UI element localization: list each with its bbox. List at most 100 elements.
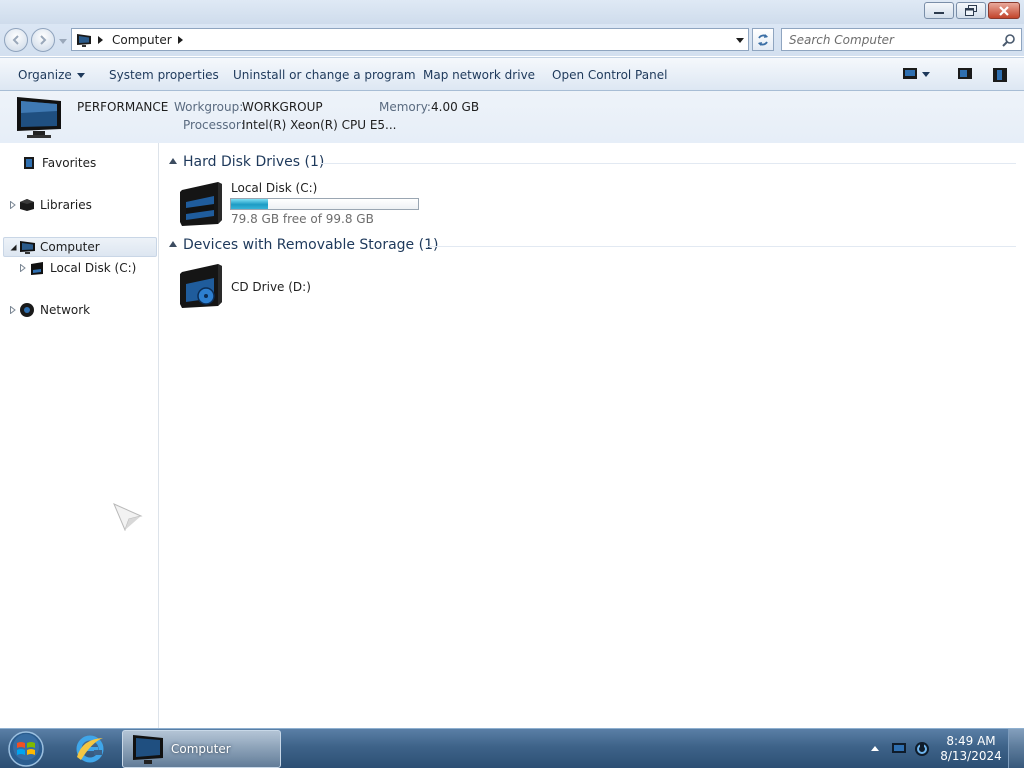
back-arrow-icon — [12, 35, 19, 45]
search-icon[interactable] — [1002, 33, 1016, 47]
address-history-button[interactable] — [735, 35, 745, 45]
computer-name: PERFORMANCE — [77, 100, 169, 114]
hard-disk-icon — [28, 260, 46, 276]
back-button[interactable] — [4, 28, 28, 52]
libraries-icon — [18, 197, 36, 213]
computer-icon — [133, 735, 163, 764]
expand-arrow-icon[interactable] — [8, 306, 18, 314]
system-clock[interactable]: 8:49 AM 8/13/2024 — [940, 734, 1002, 764]
preview-pane-button[interactable] — [957, 67, 973, 81]
breadcrumb-arrow-icon[interactable] — [98, 35, 106, 44]
title-bar — [0, 0, 1024, 24]
chevron-down-icon — [736, 37, 744, 43]
command-bar: Organize System properties Uninstall or … — [0, 57, 1024, 91]
nav-item-libraries[interactable]: Libraries — [8, 195, 92, 215]
view-icon — [903, 68, 917, 79]
disk-usage-fill — [231, 199, 269, 209]
nav-item-label: Network — [40, 303, 91, 317]
drive-name-cd-drive[interactable]: CD Drive (D:) — [231, 280, 311, 294]
nav-item-favorites[interactable]: Favorites — [10, 153, 96, 173]
forward-button[interactable] — [31, 28, 55, 52]
network-icon — [18, 302, 36, 318]
taskbar-button-computer[interactable]: Computer — [122, 730, 281, 768]
refresh-icon — [758, 33, 768, 46]
close-icon — [999, 5, 1009, 16]
hard-disk-icon[interactable] — [178, 180, 226, 228]
help-icon — [993, 68, 1007, 82]
nav-item-computer[interactable]: Computer — [8, 237, 100, 257]
details-pane: PERFORMANCE Workgroup: WORKGROUP Memory:… — [0, 91, 1024, 143]
group-divider — [320, 163, 1016, 164]
collapse-arrow-icon — [169, 158, 177, 164]
expand-arrow-icon[interactable] — [18, 264, 28, 272]
chevron-down-icon — [76, 73, 85, 78]
breadcrumb-computer[interactable]: Computer — [112, 33, 172, 47]
expand-arrow-icon[interactable] — [8, 201, 18, 209]
internet-explorer-button[interactable] — [70, 731, 110, 767]
internet-explorer-icon — [76, 735, 104, 763]
uninstall-program-button[interactable]: Uninstall or change a program — [233, 68, 416, 82]
drive-free-space: 79.8 GB free of 99.8 GB — [231, 212, 374, 226]
processor-value: Intel(R) Xeon(R) CPU E5... — [242, 118, 397, 132]
search-input[interactable] — [789, 32, 999, 47]
forward-arrow-icon — [40, 35, 47, 45]
open-control-panel-button[interactable]: Open Control Panel — [552, 68, 667, 82]
address-bar[interactable]: Computer — [71, 28, 749, 51]
taskbar: Computer 8:49 AM 8/13/2024 — [0, 728, 1024, 768]
computer-icon — [18, 239, 36, 255]
taskbar-button-label: Computer — [171, 742, 231, 756]
group-divider — [427, 246, 1016, 247]
nav-item-label: Computer — [40, 240, 100, 254]
memory-value: 4.00 GB — [431, 100, 480, 114]
help-button[interactable] — [992, 67, 1008, 83]
recent-pages-button[interactable] — [58, 36, 67, 46]
cd-drive-icon[interactable] — [178, 262, 226, 310]
group-removable-storage[interactable]: Devices with Removable Storage (1) — [169, 237, 438, 253]
group-hard-disk-drives[interactable]: Hard Disk Drives (1) — [169, 154, 324, 170]
disk-usage-bar — [230, 198, 419, 210]
search-box — [781, 28, 1022, 51]
drive-name-local-disk[interactable]: Local Disk (C:) — [231, 181, 317, 195]
clock-time: 8:49 AM — [946, 734, 996, 748]
network-tray-icon[interactable] — [914, 741, 930, 757]
collapse-arrow-icon — [169, 241, 177, 247]
computer-icon — [17, 97, 61, 138]
minimize-icon — [934, 11, 944, 14]
address-row: Computer — [0, 24, 1024, 56]
nav-item-label: Libraries — [40, 198, 92, 212]
nav-item-label: Local Disk (C:) — [50, 261, 137, 275]
collapse-arrow-icon[interactable] — [8, 244, 18, 251]
nav-item-network[interactable]: Network — [8, 300, 90, 320]
preview-pane-icon — [958, 68, 972, 79]
group-title: Hard Disk Drives (1) — [183, 154, 325, 170]
system-properties-button[interactable]: System properties — [109, 68, 219, 82]
nav-item-label: Favorites — [42, 156, 97, 170]
restore-icon — [965, 5, 977, 16]
group-title: Devices with Removable Storage (1) — [183, 237, 439, 253]
minimize-button[interactable] — [924, 2, 954, 19]
organize-button[interactable]: Organize — [18, 68, 85, 82]
mouse-cursor-icon — [113, 503, 143, 531]
action-center-icon[interactable] — [891, 741, 907, 755]
show-hidden-icons-arrow-icon[interactable] — [871, 746, 879, 751]
computer-icon — [76, 33, 92, 47]
restore-button[interactable] — [956, 2, 986, 19]
show-desktop-button[interactable] — [1008, 729, 1024, 768]
clock-date: 8/13/2024 — [940, 749, 1002, 763]
start-button[interactable] — [6, 730, 46, 768]
chevron-down-icon — [58, 38, 67, 44]
workgroup-label: Workgroup: — [174, 100, 244, 114]
navigation-pane: Favorites Libraries Computer Local Disk … — [0, 143, 159, 728]
windows-start-icon — [8, 731, 44, 767]
workgroup-value: WORKGROUP — [242, 100, 323, 114]
memory-label: Memory: — [379, 100, 431, 114]
close-button[interactable] — [988, 2, 1020, 19]
breadcrumb-arrow-icon[interactable] — [177, 35, 186, 44]
nav-item-local-disk[interactable]: Local Disk (C:) — [18, 258, 136, 278]
map-network-drive-button[interactable]: Map network drive — [423, 68, 535, 82]
processor-label: Processor: — [183, 118, 245, 132]
change-view-button[interactable] — [902, 67, 930, 81]
window-controls — [924, 2, 1020, 19]
refresh-button[interactable] — [752, 28, 774, 51]
organize-label: Organize — [18, 68, 72, 82]
